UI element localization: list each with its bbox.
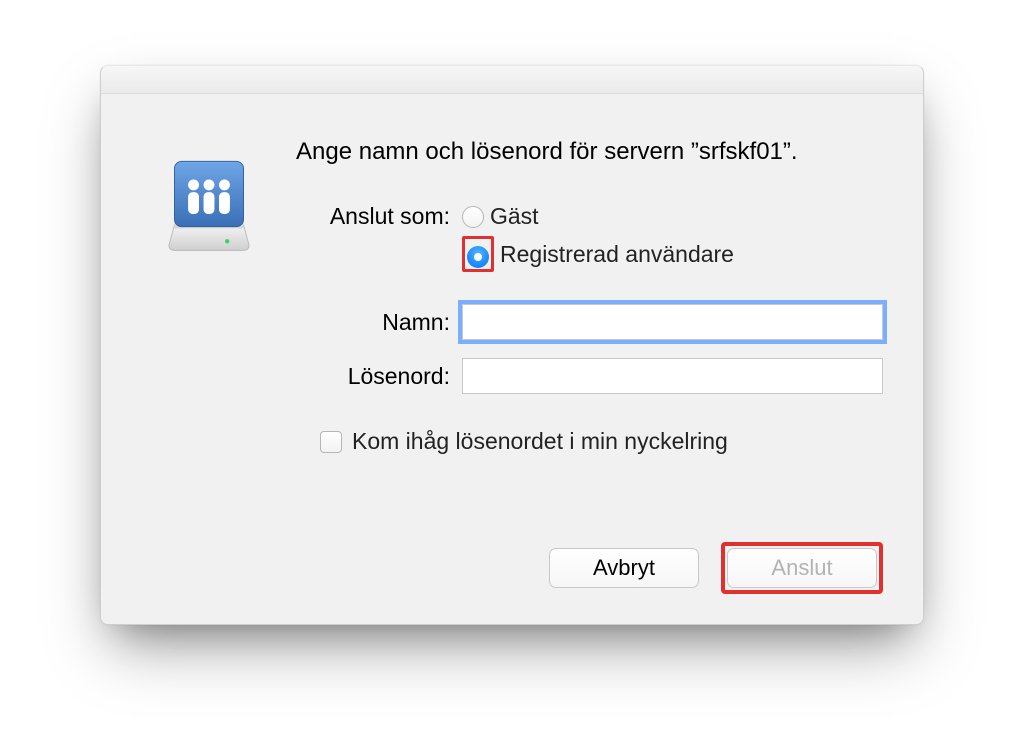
name-label: Namn: [296,309,462,336]
dialog-body: Ange namn och lösenord för servern ”srfs… [296,136,883,455]
connect-as-label: Anslut som: [296,203,462,230]
network-drive-icon-svg [159,154,259,254]
radio-guest-label: Gäst [490,203,539,230]
dialog-titlebar [101,66,923,94]
connect-as-options: Gäst Registrerad användare [462,203,734,272]
connect-as-row: Anslut som: Gäst Registrerad användare [296,203,883,272]
password-row: Lösenord: [296,358,883,394]
remember-checkbox[interactable] [320,431,342,453]
connect-button-highlight: Anslut [721,542,883,594]
dialog-buttons: Avbryt Anslut [549,542,883,594]
remember-row[interactable]: Kom ihåg lösenordet i min nyckelring [320,428,883,455]
password-label: Lösenord: [296,363,462,390]
connect-button[interactable]: Anslut [727,548,877,588]
radio-registered-label: Registrerad användare [500,241,734,268]
network-drive-icon [149,154,269,260]
radio-registered-user[interactable]: Registrerad användare [462,236,734,272]
server-login-dialog: Ange namn och lösenord för servern ”srfs… [100,65,924,625]
name-row: Namn: [296,304,883,340]
password-input[interactable] [462,358,883,394]
radio-guest-indicator [462,206,484,228]
cancel-button[interactable]: Avbryt [549,548,699,588]
radio-registered-indicator [467,246,489,268]
radio-guest[interactable]: Gäst [462,203,734,230]
dialog-prompt: Ange namn och lösenord för servern ”srfs… [296,136,883,167]
dialog-content: Ange namn och lösenord för servern ”srfs… [101,94,923,624]
name-input[interactable] [462,304,883,340]
radio-registered-highlight [462,236,494,272]
remember-label: Kom ihåg lösenordet i min nyckelring [352,428,728,455]
